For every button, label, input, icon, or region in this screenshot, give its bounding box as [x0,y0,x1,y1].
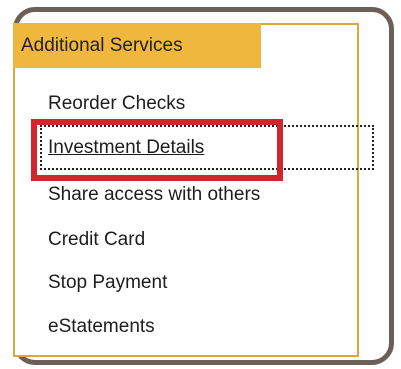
menu-item-share-access[interactable]: Share access with others [48,184,260,206]
menu-item-credit-card[interactable]: Credit Card [48,229,145,251]
callout-highlight-box [31,119,283,181]
menu-item-reorder-checks[interactable]: Reorder Checks [48,93,185,115]
menu-item-estatements[interactable]: eStatements [48,316,155,338]
menu-item-stop-payment[interactable]: Stop Payment [48,272,167,294]
additional-services-menu-header[interactable]: Additional Services [13,23,261,68]
